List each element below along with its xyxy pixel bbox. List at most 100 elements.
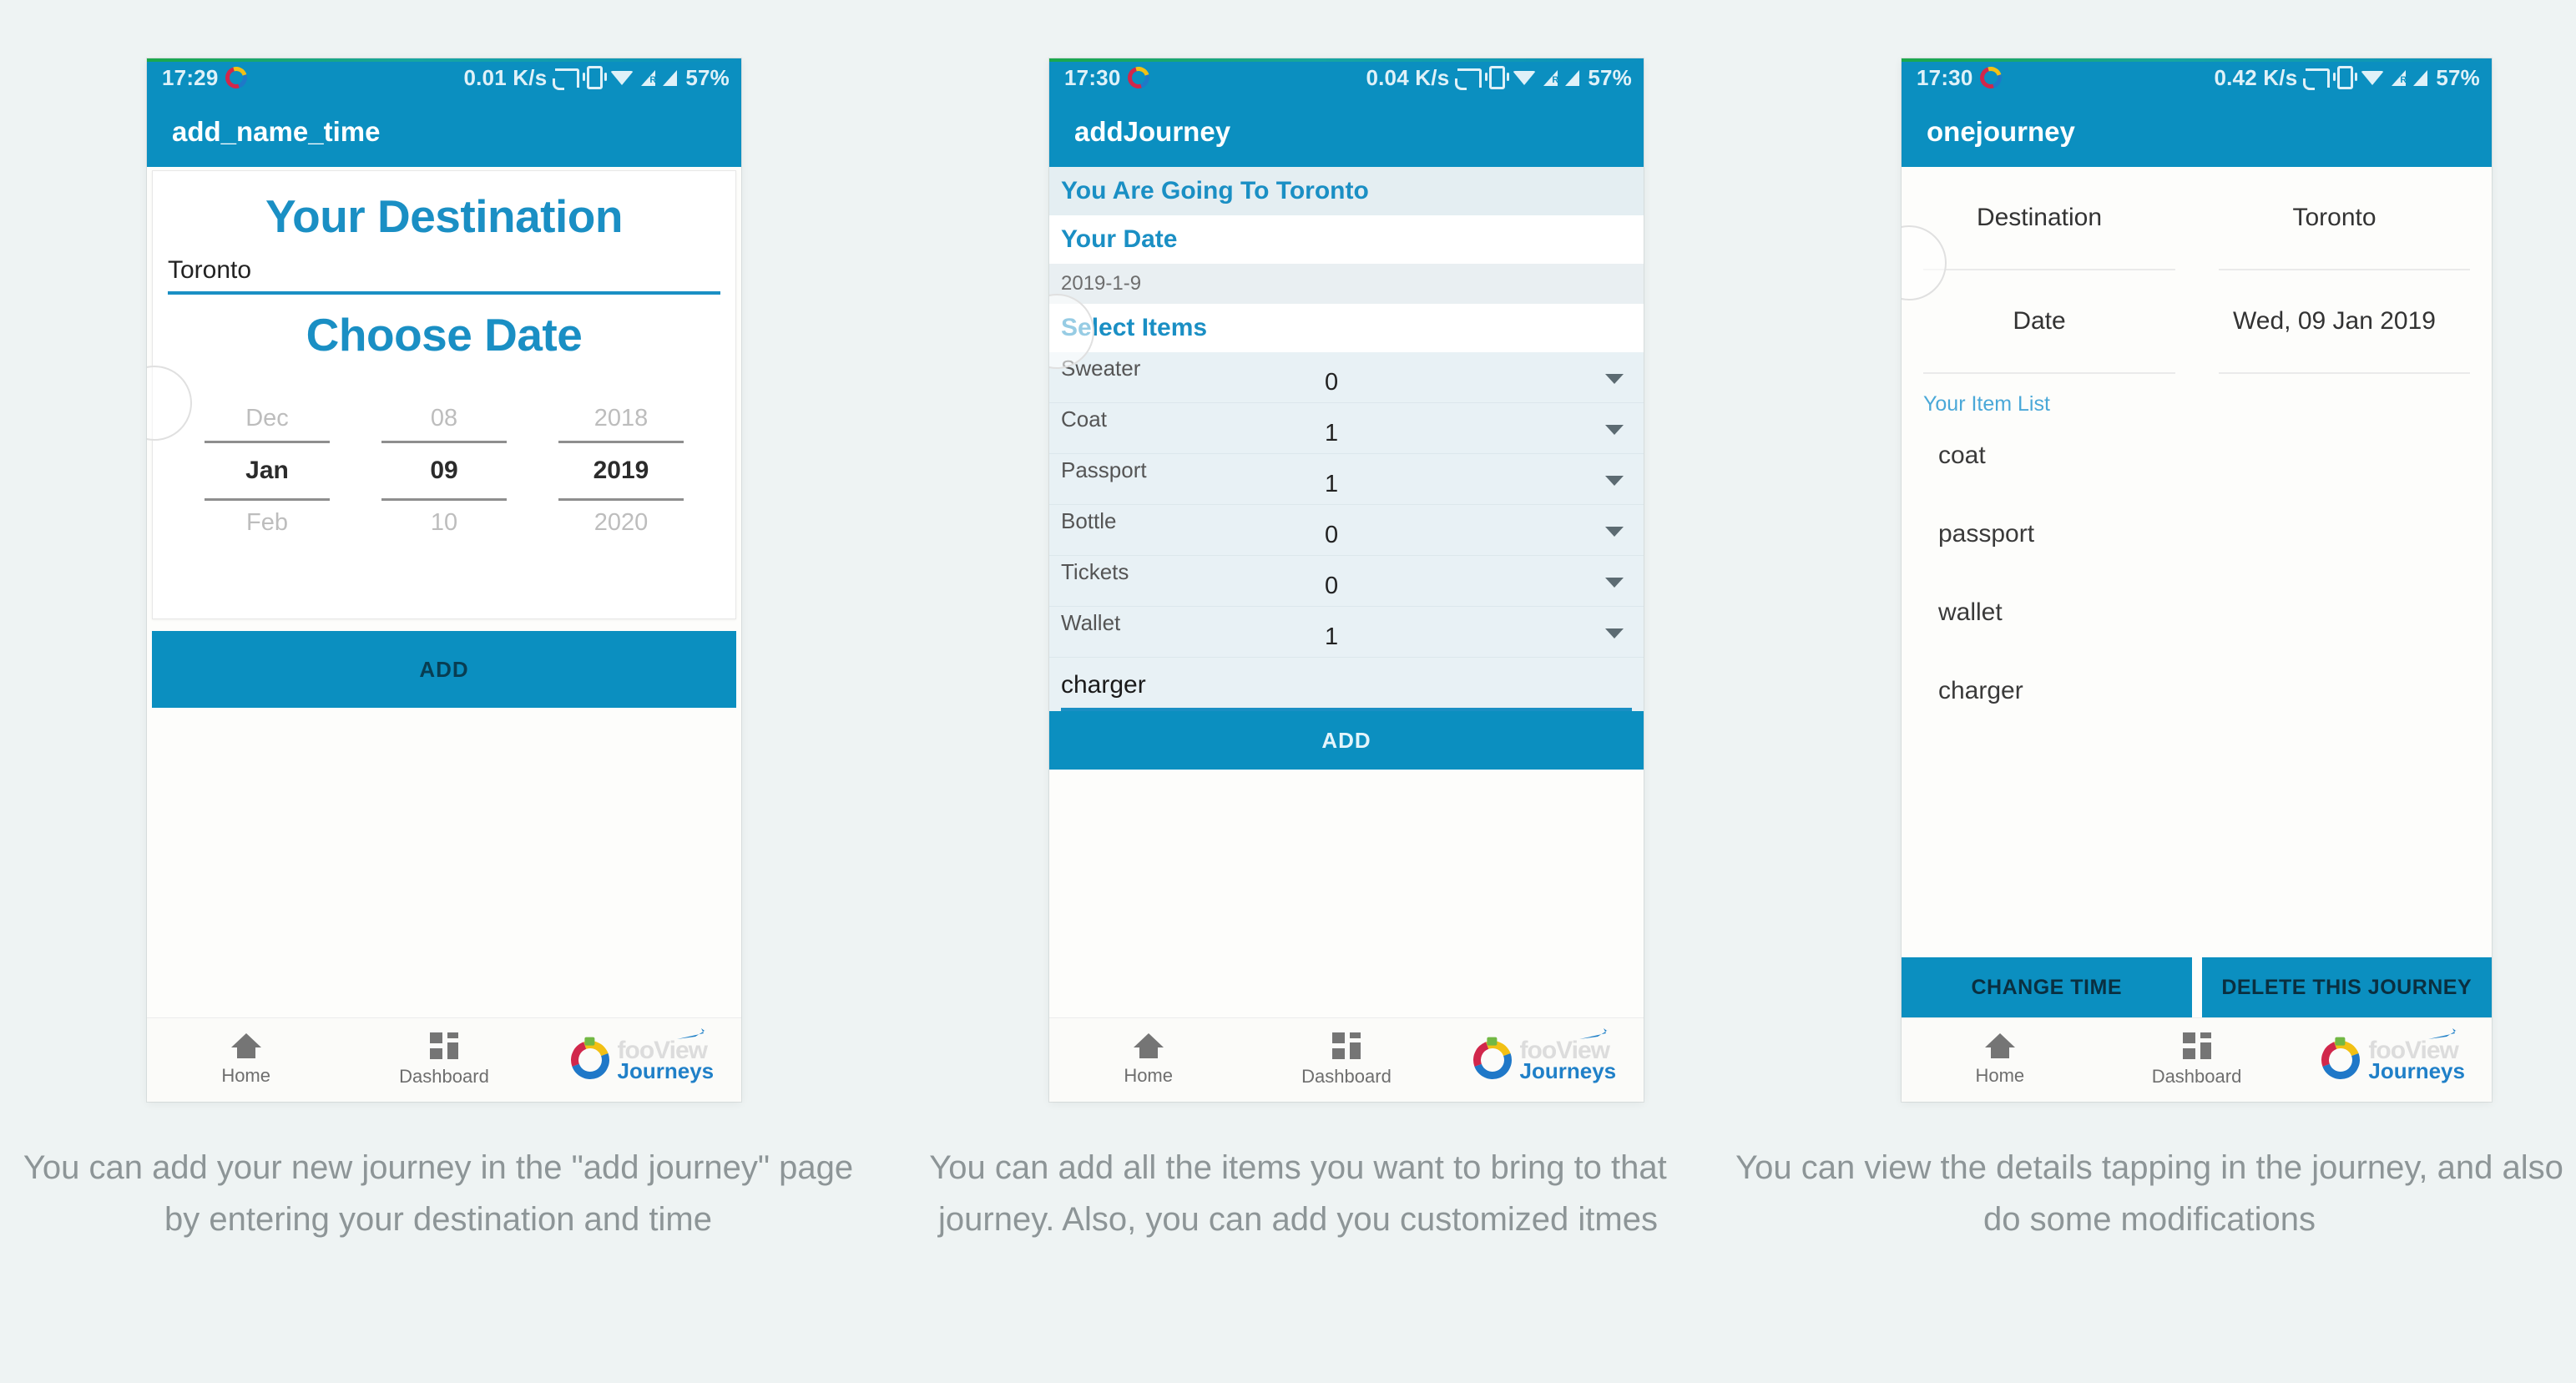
- nav-item-home[interactable]: Home: [1049, 1033, 1247, 1087]
- screen-body: Destination Toronto Date Wed, 09 Jan 201…: [1902, 167, 2492, 1017]
- day-wheel[interactable]: 08 09 10: [381, 396, 507, 545]
- custom-item-input[interactable]: charger: [1049, 658, 1644, 711]
- item-name: Bottle: [1061, 508, 1117, 533]
- item-list-heading: Your Item List: [1923, 392, 2050, 416]
- signal-icon: [663, 69, 678, 86]
- status-bar: 17:30 0.42 K/s R 57%: [1902, 58, 2492, 97]
- delete-journey-button[interactable]: DELETE THIS JOURNEY: [2201, 957, 2492, 1017]
- status-bar-time: 17:30: [1917, 64, 1973, 90]
- date-picker[interactable]: Dec Jan Feb 08 09 10 2018 2019 2020: [153, 396, 735, 545]
- year-selected[interactable]: 2019: [558, 443, 684, 498]
- status-bar-data-rate: 0.01 K/s: [463, 64, 548, 90]
- chevron-down-icon[interactable]: [1605, 628, 1624, 639]
- nav-item-home[interactable]: Home: [1902, 1033, 2099, 1087]
- screen-body: Your Destination Toronto Choose Date Dec…: [147, 167, 741, 1017]
- chevron-down-icon[interactable]: [1605, 476, 1624, 486]
- chevron-down-icon[interactable]: [1605, 578, 1624, 588]
- nav-item-home[interactable]: Home: [147, 1033, 345, 1087]
- cast-icon: [1455, 68, 1482, 90]
- detail-row-date: Date Wed, 09 Jan 2019: [1902, 270, 2492, 372]
- add-button[interactable]: ADD: [1049, 711, 1644, 770]
- signal-roaming-icon: R: [1543, 69, 1559, 86]
- nav-item-dashboard[interactable]: Dashboard: [345, 1032, 543, 1088]
- detail-value: Toronto: [2292, 204, 2376, 231]
- add-journey-card: Your Destination Toronto Choose Date Dec…: [152, 170, 736, 619]
- month-selected[interactable]: Jan: [205, 443, 330, 498]
- signal-icon: [1565, 69, 1580, 86]
- list-item[interactable]: wallet: [1902, 573, 2492, 652]
- app-bar: add_name_time: [147, 97, 741, 167]
- roaming-letter: R: [1552, 74, 1559, 85]
- battery-percent: 57%: [1588, 64, 1632, 90]
- item-row[interactable]: Passport 1: [1049, 454, 1644, 505]
- status-bar: 17:30 0.04 K/s R 57%: [1049, 58, 1644, 97]
- status-bar-icon-group: R: [2303, 66, 2428, 90]
- battery-percent: 57%: [2436, 64, 2480, 90]
- change-time-button[interactable]: CHANGE TIME: [1902, 957, 2192, 1017]
- item-name: Tickets: [1061, 559, 1129, 584]
- item-name: Sweater: [1061, 356, 1141, 381]
- destination-input-value: Toronto: [168, 256, 252, 284]
- month-wheel[interactable]: Dec Jan Feb: [205, 396, 330, 545]
- app-bar: addJourney: [1049, 97, 1644, 167]
- fooview-ring-icon: [1975, 63, 2006, 93]
- day-selected[interactable]: 09: [381, 443, 507, 498]
- item-row[interactable]: Tickets 0: [1049, 556, 1644, 607]
- item-selector-list: Sweater 0 Coat 1 Passport 1 Bottle 0 Tic…: [1049, 352, 1644, 658]
- cast-icon: [2303, 68, 2331, 90]
- status-bar-data-rate: 0.42 K/s: [2214, 64, 2298, 90]
- brand-name-bottom: Journeys: [617, 1058, 715, 1084]
- chevron-down-icon[interactable]: [1605, 374, 1624, 384]
- item-row[interactable]: Bottle 0: [1049, 505, 1644, 556]
- item-quantity: 1: [1325, 420, 1339, 447]
- brand-text: fooView Journeys: [617, 1027, 715, 1084]
- nav-home-label: Home: [221, 1065, 270, 1086]
- destination-input[interactable]: Toronto: [168, 256, 720, 295]
- list-item[interactable]: coat: [1902, 416, 2492, 495]
- nav-item-fooview-journeys[interactable]: fooView Journeys: [2295, 1027, 2492, 1086]
- month-next[interactable]: Feb: [205, 501, 330, 545]
- dashboard-icon: [429, 1032, 458, 1059]
- nav-item-dashboard[interactable]: Dashboard: [1247, 1032, 1445, 1088]
- vibrate-icon: [2333, 66, 2358, 89]
- detail-value: Wed, 09 Jan 2019: [2233, 307, 2436, 335]
- roaming-letter: R: [649, 74, 657, 85]
- airplane-icon: [677, 1027, 708, 1039]
- wifi-icon: [2361, 70, 2385, 85]
- home-icon: [230, 1033, 261, 1058]
- day-next[interactable]: 10: [381, 501, 507, 545]
- item-quantity: 0: [1325, 369, 1339, 396]
- airplane-icon: [2427, 1027, 2458, 1039]
- item-row[interactable]: Wallet 1: [1049, 607, 1644, 658]
- brand-text: fooView Journeys: [2368, 1027, 2465, 1083]
- add-button[interactable]: ADD: [152, 631, 736, 708]
- fooview-logo-icon: [563, 1034, 616, 1086]
- item-name: Coat: [1061, 406, 1107, 432]
- month-prev[interactable]: Dec: [205, 396, 330, 441]
- chevron-down-icon[interactable]: [1605, 425, 1624, 435]
- year-prev[interactable]: 2018: [558, 396, 684, 441]
- phone-screen-add-journey: 17:30 0.04 K/s R 57% addJourney You Are …: [1049, 58, 1644, 1102]
- year-next[interactable]: 2020: [558, 501, 684, 545]
- day-prev[interactable]: 08: [381, 396, 507, 441]
- chevron-down-icon[interactable]: [1605, 527, 1624, 537]
- vibrate-icon: [583, 66, 608, 89]
- year-wheel[interactable]: 2018 2019 2020: [558, 396, 684, 545]
- brand-name-bottom: Journeys: [1519, 1058, 1617, 1084]
- nav-item-fooview-journeys[interactable]: fooView Journeys: [1446, 1027, 1644, 1086]
- item-quantity: 1: [1325, 471, 1339, 497]
- list-item[interactable]: passport: [1902, 495, 2492, 573]
- wifi-icon: [1513, 70, 1537, 85]
- signal-icon: [2413, 69, 2428, 86]
- item-quantity: 0: [1325, 573, 1339, 599]
- your-date-heading: Your Date: [1049, 215, 1644, 264]
- vibrate-icon: [1485, 66, 1510, 89]
- list-item[interactable]: charger: [1902, 652, 2492, 730]
- fooview-logo-icon: [2315, 1034, 2366, 1086]
- item-row[interactable]: Sweater 0: [1049, 352, 1644, 403]
- nav-item-fooview-journeys[interactable]: fooView Journeys: [543, 1027, 741, 1086]
- nav-item-dashboard[interactable]: Dashboard: [2099, 1032, 2296, 1088]
- item-row[interactable]: Coat 1: [1049, 403, 1644, 454]
- nav-dashboard-label: Dashboard: [1301, 1066, 1392, 1087]
- status-bar-data-rate: 0.04 K/s: [1366, 64, 1450, 90]
